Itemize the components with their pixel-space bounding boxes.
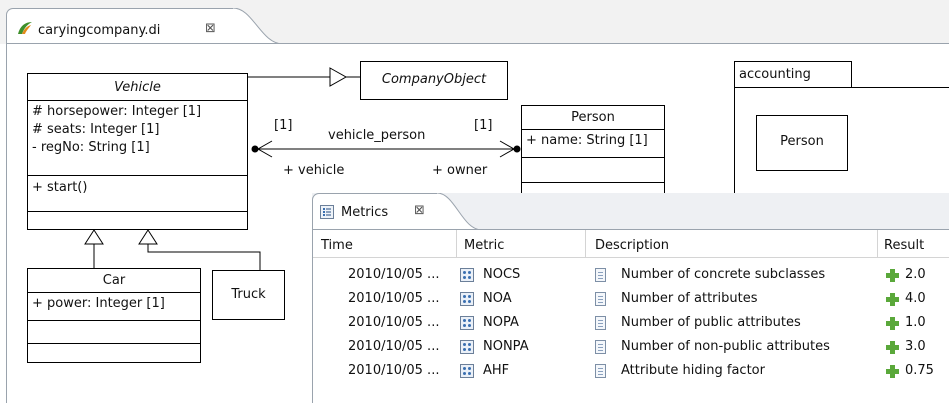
metrics-table: Time Metric Description Result 2010/10/0… xyxy=(312,229,949,403)
editor-tab-title: caryingcompany.di xyxy=(38,23,161,38)
row-result: 1.0 xyxy=(905,315,926,330)
table-row[interactable]: 2010/10/05 ... NONPA Number of non-publi… xyxy=(313,335,949,359)
row-time: 2010/10/05 ... xyxy=(348,315,440,330)
metrics-tab-curve xyxy=(437,193,482,230)
column-header-result[interactable]: Result xyxy=(884,238,924,253)
association-right-multiplicity: [1] xyxy=(474,118,493,133)
metrics-tab-close-icon[interactable]: ⊠ xyxy=(414,203,425,218)
metric-icon xyxy=(460,364,474,378)
metrics-tab-title: Metrics xyxy=(341,205,389,220)
table-row[interactable]: 2010/10/05 ... NOCS Number of concrete s… xyxy=(313,263,949,287)
car-attribute-power[interactable]: + power: Integer [1] xyxy=(32,296,165,311)
row-result: 2.0 xyxy=(905,267,926,282)
row-metric: NOPA xyxy=(483,315,519,330)
table-row[interactable]: 2010/10/05 ... NOA Number of attributes … xyxy=(313,287,949,311)
vehicle-operation-start[interactable]: + start() xyxy=(32,180,87,195)
metrics-view-icon xyxy=(320,205,334,219)
description-icon xyxy=(595,268,606,282)
row-time: 2010/10/05 ... xyxy=(348,291,440,306)
vehicle-class[interactable]: Vehicle # horsepower: Integer [1] # seat… xyxy=(27,73,248,230)
accounting-package-name: accounting xyxy=(739,67,811,82)
table-row[interactable]: 2010/10/05 ... NOPA Number of public att… xyxy=(313,311,949,335)
description-icon xyxy=(595,292,606,306)
association-name[interactable]: vehicle_person xyxy=(328,128,425,143)
editor-tab-curve xyxy=(233,8,283,44)
row-result: 0.75 xyxy=(905,363,934,378)
association-left-multiplicity: [1] xyxy=(274,118,293,133)
description-icon xyxy=(595,340,606,354)
row-result: 4.0 xyxy=(905,291,926,306)
row-time: 2010/10/05 ... xyxy=(348,363,440,378)
row-time: 2010/10/05 ... xyxy=(348,267,440,282)
vehicle-attribute-seats[interactable]: # seats: Integer [1] xyxy=(32,122,159,137)
accounting-package-tab[interactable]: accounting xyxy=(734,61,852,88)
person-class[interactable]: Person + name: String [1] xyxy=(521,105,665,203)
companyobject-class-name: CompanyObject xyxy=(381,72,487,87)
person-class-name: Person xyxy=(571,110,615,125)
plus-icon xyxy=(886,293,899,306)
editor-tab-close-icon[interactable]: ⊠ xyxy=(205,21,216,36)
row-description: Number of public attributes xyxy=(621,315,801,330)
plus-icon xyxy=(886,365,899,378)
plus-icon xyxy=(886,341,899,354)
description-icon xyxy=(595,316,606,330)
accounting-person-class-name: Person xyxy=(780,134,824,149)
row-metric: AHF xyxy=(483,363,510,378)
row-metric: NOCS xyxy=(483,267,521,282)
metric-icon xyxy=(460,292,474,306)
vehicle-attribute-horsepower[interactable]: # horsepower: Integer [1] xyxy=(32,104,201,119)
table-row[interactable]: 2010/10/05 ... AHF Attribute hiding fact… xyxy=(313,359,949,383)
person-attribute-name[interactable]: + name: String [1] xyxy=(526,133,648,148)
association-right-role: + owner xyxy=(432,163,488,178)
accounting-person-class[interactable]: Person xyxy=(756,115,848,171)
vehicle-class-name: Vehicle xyxy=(114,80,161,95)
plus-icon xyxy=(886,317,899,330)
companyobject-class[interactable]: CompanyObject xyxy=(360,61,508,100)
column-header-metric[interactable]: Metric xyxy=(464,238,504,253)
plus-icon xyxy=(886,269,899,282)
row-metric: NOA xyxy=(483,291,512,306)
car-class-name: Car xyxy=(102,273,126,288)
column-header-description[interactable]: Description xyxy=(595,238,669,253)
association-left-role: + vehicle xyxy=(283,163,345,178)
row-description: Number of attributes xyxy=(621,291,758,306)
row-description: Number of concrete subclasses xyxy=(621,267,826,282)
metric-icon xyxy=(460,268,474,282)
papyrus-editor-icon xyxy=(18,22,32,34)
car-class[interactable]: Car + power: Integer [1] xyxy=(27,268,201,363)
vehicle-attribute-regno[interactable]: - regNo: String [1] xyxy=(32,140,150,155)
column-header-time[interactable]: Time xyxy=(321,238,353,253)
row-description: Attribute hiding factor xyxy=(621,363,765,378)
row-result: 3.0 xyxy=(905,339,926,354)
row-description: Number of non-public attributes xyxy=(621,339,830,354)
row-metric: NONPA xyxy=(483,339,529,354)
metric-icon xyxy=(460,340,474,354)
description-icon xyxy=(595,364,606,378)
metrics-view: Metrics ⊠ Time Metric Description Result… xyxy=(312,193,949,403)
truck-class[interactable]: Truck xyxy=(212,270,285,320)
truck-class-name: Truck xyxy=(231,287,266,302)
row-time: 2010/10/05 ... xyxy=(348,339,440,354)
metric-icon xyxy=(460,316,474,330)
